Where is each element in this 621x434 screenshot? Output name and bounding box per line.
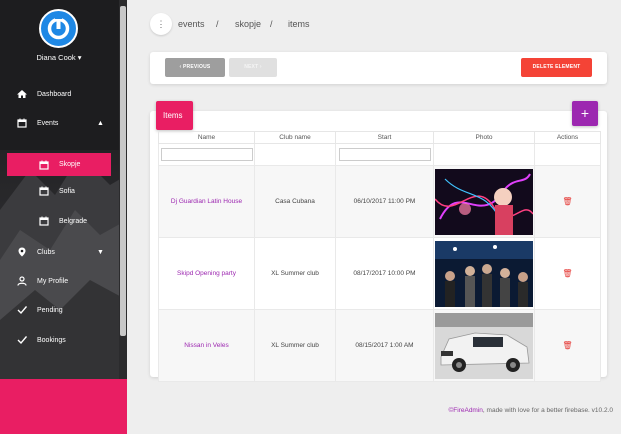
more-vertical-icon[interactable]: ⋮ <box>150 13 172 35</box>
column-header-name[interactable]: Name <box>158 131 255 144</box>
breadcrumb-separator: / <box>270 19 273 29</box>
map-marker-icon <box>18 247 26 257</box>
avatar[interactable] <box>39 9 78 48</box>
filter-cell <box>534 143 601 166</box>
sidebar-footer-band <box>0 379 127 434</box>
start-cell: 08/15/2017 1:00 AM <box>335 309 434 382</box>
filter-cell <box>335 143 434 166</box>
name-filter-input[interactable] <box>160 148 253 161</box>
footer-brand-link[interactable]: ©FireAdmin <box>449 407 483 414</box>
sidebar-item-label: Pending <box>37 306 63 314</box>
start-cell: 06/10/2017 11:00 PM <box>335 165 434 238</box>
sidebar-item-label: Clubs <box>37 248 55 256</box>
sidebar-item-clubs[interactable]: Clubs ▼ <box>0 242 118 262</box>
check-icon <box>17 306 27 315</box>
delete-element-button[interactable]: DELETE ELEMENT <box>521 58 592 77</box>
breadcrumb-items: items <box>288 19 310 29</box>
items-table: Name Club name Start Photo Actions Dj Gu… <box>158 131 601 382</box>
next-button[interactable]: NEXT › <box>229 58 277 77</box>
sidebar-item-label: Sofia <box>59 187 75 195</box>
user-name: Diana Cook <box>36 53 76 62</box>
footer: ©FireAdmin, made with love for a better … <box>449 407 614 414</box>
sidebar-item-label: Bookings <box>37 336 66 344</box>
column-header-start[interactable]: Start <box>335 131 434 144</box>
table-row[interactable]: Dj Guardian Latin House Casa Cubana 06/1… <box>158 165 601 238</box>
check-icon <box>17 336 27 345</box>
table-row[interactable]: Skipd Opening party XL Summer club 08/17… <box>158 237 601 310</box>
breadcrumb-events[interactable]: events <box>178 19 205 29</box>
delete-row-icon[interactable]: 🗑 <box>562 269 572 278</box>
table-row[interactable]: Nissan in Veles XL Summer club 08/15/201… <box>158 309 601 382</box>
add-item-button[interactable]: + <box>572 101 598 126</box>
filter-cell <box>433 143 535 166</box>
user-menu[interactable]: Diana Cook ▾ <box>0 53 118 62</box>
event-name-link[interactable]: Dj Guardian Latin House <box>171 198 242 205</box>
filter-cell <box>158 143 255 166</box>
power-icon <box>47 16 70 40</box>
filter-cell <box>254 143 336 166</box>
event-photo[interactable] <box>435 240 533 307</box>
calendar-icon <box>17 118 27 128</box>
sidebar-item-label: Dashboard <box>37 90 72 98</box>
column-header-photo[interactable]: Photo <box>433 131 535 144</box>
sidebar-item-label: Skopje <box>59 161 81 168</box>
event-name-link[interactable]: Skipd Opening party <box>177 270 236 277</box>
breadcrumb-separator: / <box>216 19 219 29</box>
event-name-link[interactable]: Nissan in Veles <box>184 342 228 349</box>
column-header-actions: Actions <box>534 131 601 144</box>
event-photo[interactable] <box>435 312 533 379</box>
sidebar-background-image <box>0 150 127 380</box>
previous-button[interactable]: ‹ PREVIOUS <box>165 58 225 77</box>
toolbar-panel: ‹ PREVIOUS NEXT › DELETE ELEMENT <box>150 52 607 84</box>
calendar-icon <box>39 160 49 170</box>
chevron-up-icon: ▲ <box>97 119 104 127</box>
sidebar-item-label: Events <box>37 119 59 127</box>
footer-text: , made with love for a better firebase. … <box>482 407 613 414</box>
delete-row-icon[interactable]: 🗑 <box>562 197 572 206</box>
delete-row-icon[interactable]: 🗑 <box>562 341 572 350</box>
column-header-club-name[interactable]: Club name <box>254 131 336 144</box>
club-name-cell: XL Summer club <box>254 237 336 310</box>
sidebar-item-skopje[interactable]: Skopje <box>7 153 111 176</box>
person-icon <box>17 276 27 286</box>
event-photo[interactable] <box>435 168 533 235</box>
start-cell: 08/17/2017 10:00 PM <box>335 237 434 310</box>
breadcrumb-skopje[interactable]: skopje <box>235 19 261 29</box>
sidebar-item-label: Belgrade <box>59 217 88 225</box>
club-name-cell: Casa Cubana <box>254 165 336 238</box>
sidebar: Diana Cook ▾ Dashboard Events ▲ Skopje S… <box>0 0 127 434</box>
start-filter-input[interactable] <box>338 148 431 161</box>
chevron-down-icon: ▼ <box>97 248 104 256</box>
calendar-icon <box>39 186 49 196</box>
items-title: Items <box>156 101 193 130</box>
sidebar-scrollbar-thumb[interactable] <box>120 6 126 336</box>
calendar-icon <box>39 216 49 226</box>
sidebar-item-events[interactable]: Events ▲ <box>0 113 118 133</box>
sidebar-item-label: My Profile <box>37 277 69 285</box>
home-icon <box>17 90 27 98</box>
club-name-cell: XL Summer club <box>254 309 336 382</box>
